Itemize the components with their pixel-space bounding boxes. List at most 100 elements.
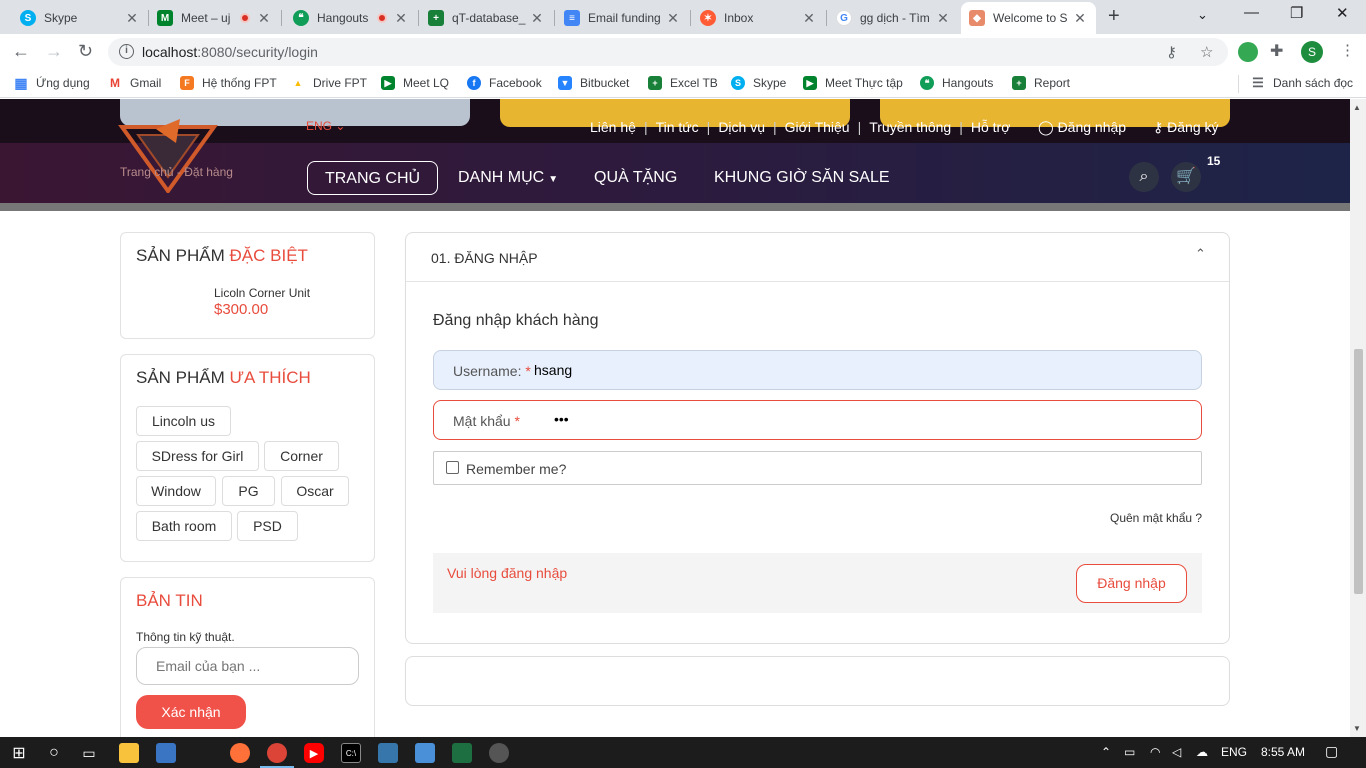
close-tab-icon[interactable]: ✕: [529, 10, 545, 27]
site-logo[interactable]: [118, 117, 218, 193]
scroll-up-arrow-icon[interactable]: ▲: [1353, 103, 1361, 112]
cart-icon[interactable]: 🛒: [1171, 162, 1201, 192]
reading-list[interactable]: ☰ Danh sách đọc: [1251, 75, 1353, 90]
windows-start-icon[interactable]: ⊞: [9, 743, 29, 763]
top-link-contact[interactable]: Liên hệ: [582, 119, 644, 135]
chrome-icon[interactable]: [267, 743, 287, 763]
bookmark-meet-lq[interactable]: ▶ Meet LQ: [381, 76, 449, 90]
bookmark-meet-thuc-tap[interactable]: ▶ Meet Thực tập: [803, 76, 903, 90]
tab-meet[interactable]: M Meet – uj ✕: [149, 4, 280, 32]
top-link-about[interactable]: Giới Thiệu: [777, 119, 858, 135]
firefox-icon[interactable]: [230, 743, 250, 763]
key-icon[interactable]: ⚷: [1166, 43, 1177, 61]
tab-google-search[interactable]: G gg dịch - Tìm ✕: [828, 4, 959, 32]
tab-hangouts[interactable]: ❝ Hangouts ✕: [285, 4, 417, 32]
page-scrollbar[interactable]: ▲ ▼: [1350, 99, 1366, 737]
tag-bath-room[interactable]: Bath room: [136, 511, 232, 541]
top-link-media[interactable]: Truyền thông: [861, 119, 959, 135]
chevron-up-icon[interactable]: ⌃: [1195, 246, 1206, 262]
bookmark-star-icon[interactable]: ☆: [1200, 43, 1213, 61]
new-tab-plus-icon[interactable]: +: [1108, 5, 1120, 28]
app-icon[interactable]: [415, 743, 435, 763]
tag-window[interactable]: Window: [136, 476, 216, 506]
bookmark-facebook[interactable]: f Facebook: [467, 76, 542, 90]
search-icon[interactable]: ⌕: [1129, 162, 1159, 192]
nav-flash-sale[interactable]: KHUNG GIỜ SĂN SALE: [714, 161, 890, 195]
site-info-icon[interactable]: i: [119, 44, 134, 59]
scrollbar-thumb[interactable]: [1354, 349, 1363, 594]
tab-sheets[interactable]: + qT-database_ ✕: [420, 4, 553, 32]
chrome-menu-icon[interactable]: ⋮: [1340, 41, 1355, 59]
login-submit-button[interactable]: Đăng nhập: [1076, 564, 1187, 603]
nav-categories[interactable]: DANH MỤC ▼: [458, 161, 558, 195]
remember-me-row[interactable]: Remember me?: [433, 451, 1202, 485]
minimize-icon[interactable]: —: [1244, 4, 1259, 21]
close-tab-icon[interactable]: ✕: [801, 10, 817, 27]
tag-sdress-for-girl[interactable]: SDress for Girl: [136, 441, 259, 471]
username-field[interactable]: Username: * hsang: [433, 350, 1202, 390]
restore-icon[interactable]: ❐: [1290, 4, 1303, 22]
battery-icon[interactable]: ▭: [1124, 745, 1135, 759]
extensions-puzzle-icon[interactable]: ✚: [1270, 41, 1283, 61]
top-link-services[interactable]: Dịch vụ: [710, 119, 773, 135]
notifications-icon[interactable]: ▢: [1325, 743, 1338, 760]
bookmark-drive[interactable]: ▲ Drive FPT: [291, 76, 367, 90]
close-tab-icon[interactable]: ✕: [935, 10, 951, 27]
tab-search-chevron-icon[interactable]: ⌄: [1197, 7, 1208, 23]
nav-home[interactable]: TRANG CHỦ: [307, 161, 438, 195]
tag-oscar[interactable]: Oscar: [281, 476, 349, 506]
close-tab-icon[interactable]: ✕: [124, 10, 140, 27]
task-view-icon[interactable]: ▭: [79, 743, 99, 763]
whatsapp-extension-icon[interactable]: [1238, 42, 1258, 62]
language-select[interactable]: ENG ⌄: [306, 119, 345, 133]
back-arrow-icon[interactable]: ←: [12, 41, 30, 62]
cortana-search-icon[interactable]: ○: [44, 743, 64, 763]
youtube-icon[interactable]: ▶: [304, 743, 324, 763]
newsletter-submit-button[interactable]: Xác nhận: [136, 695, 246, 729]
register-link[interactable]: ⚷ Đăng ký: [1153, 119, 1219, 136]
remember-me-checkbox[interactable]: [446, 461, 459, 474]
reload-icon[interactable]: ↻: [78, 41, 93, 62]
close-tab-icon[interactable]: ✕: [393, 10, 409, 27]
input-language[interactable]: ENG: [1221, 745, 1247, 759]
top-link-support[interactable]: Hỗ trợ: [963, 119, 1019, 135]
tab-welcome-active[interactable]: ◆ Welcome to S ✕: [961, 2, 1096, 34]
close-tab-icon[interactable]: ✕: [256, 10, 272, 27]
onedrive-cloud-icon[interactable]: ☁: [1196, 745, 1208, 759]
top-link-news[interactable]: Tin tức: [648, 119, 707, 135]
tag-lincoln-us[interactable]: Lincoln us: [136, 406, 231, 436]
login-link[interactable]: ◯ Đăng nhập: [1038, 119, 1126, 136]
bookmark-apps[interactable]: ▦ Ứng dụng: [14, 75, 90, 91]
bookmark-hangouts[interactable]: ❝ Hangouts: [920, 76, 993, 90]
app-icon[interactable]: [156, 743, 176, 763]
nav-gifts[interactable]: QUÀ TẶNG: [594, 161, 677, 195]
bookmark-gmail[interactable]: M Gmail: [108, 76, 161, 90]
python-icon[interactable]: [378, 743, 398, 763]
tag-corner[interactable]: Corner: [264, 441, 339, 471]
wifi-icon[interactable]: ◠: [1150, 745, 1160, 759]
bookmark-excel-tb[interactable]: + Excel TB: [648, 76, 718, 90]
excel-icon[interactable]: [452, 743, 472, 763]
tab-inbox[interactable]: ✶ Inbox ✕: [692, 4, 825, 32]
close-tab-icon[interactable]: ✕: [665, 10, 681, 27]
close-window-icon[interactable]: ✕: [1336, 4, 1349, 22]
clock[interactable]: 8:55 AM: [1261, 745, 1305, 759]
scroll-down-arrow-icon[interactable]: ▼: [1353, 724, 1361, 733]
close-tab-icon[interactable]: ✕: [1072, 10, 1088, 27]
address-bar[interactable]: i localhost:8080/security/login ⚷ ☆: [108, 38, 1228, 66]
bookmark-fpt[interactable]: F Hệ thống FPT: [180, 76, 277, 90]
login-panel-header[interactable]: 01. ĐĂNG NHẬP ⌃: [406, 233, 1229, 282]
tab-skype[interactable]: S Skype ✕: [12, 4, 148, 32]
forward-arrow-icon[interactable]: →: [45, 41, 63, 62]
tag-psd[interactable]: PSD: [237, 511, 298, 541]
bookmark-skype[interactable]: S Skype: [731, 76, 786, 90]
bookmark-report[interactable]: + Report: [1012, 76, 1070, 90]
newsletter-email-input[interactable]: [136, 647, 359, 685]
forgot-password-link[interactable]: Quên mật khẩu ?: [1110, 511, 1202, 525]
url-text[interactable]: localhost:8080/security/login: [142, 44, 318, 60]
password-field[interactable]: Mật khẩu * •••: [433, 400, 1202, 440]
volume-icon[interactable]: ◁: [1172, 745, 1181, 759]
tag-pg[interactable]: PG: [222, 476, 275, 506]
profile-avatar[interactable]: S: [1301, 41, 1323, 63]
tab-docs[interactable]: ≡ Email funding ✕: [556, 4, 689, 32]
